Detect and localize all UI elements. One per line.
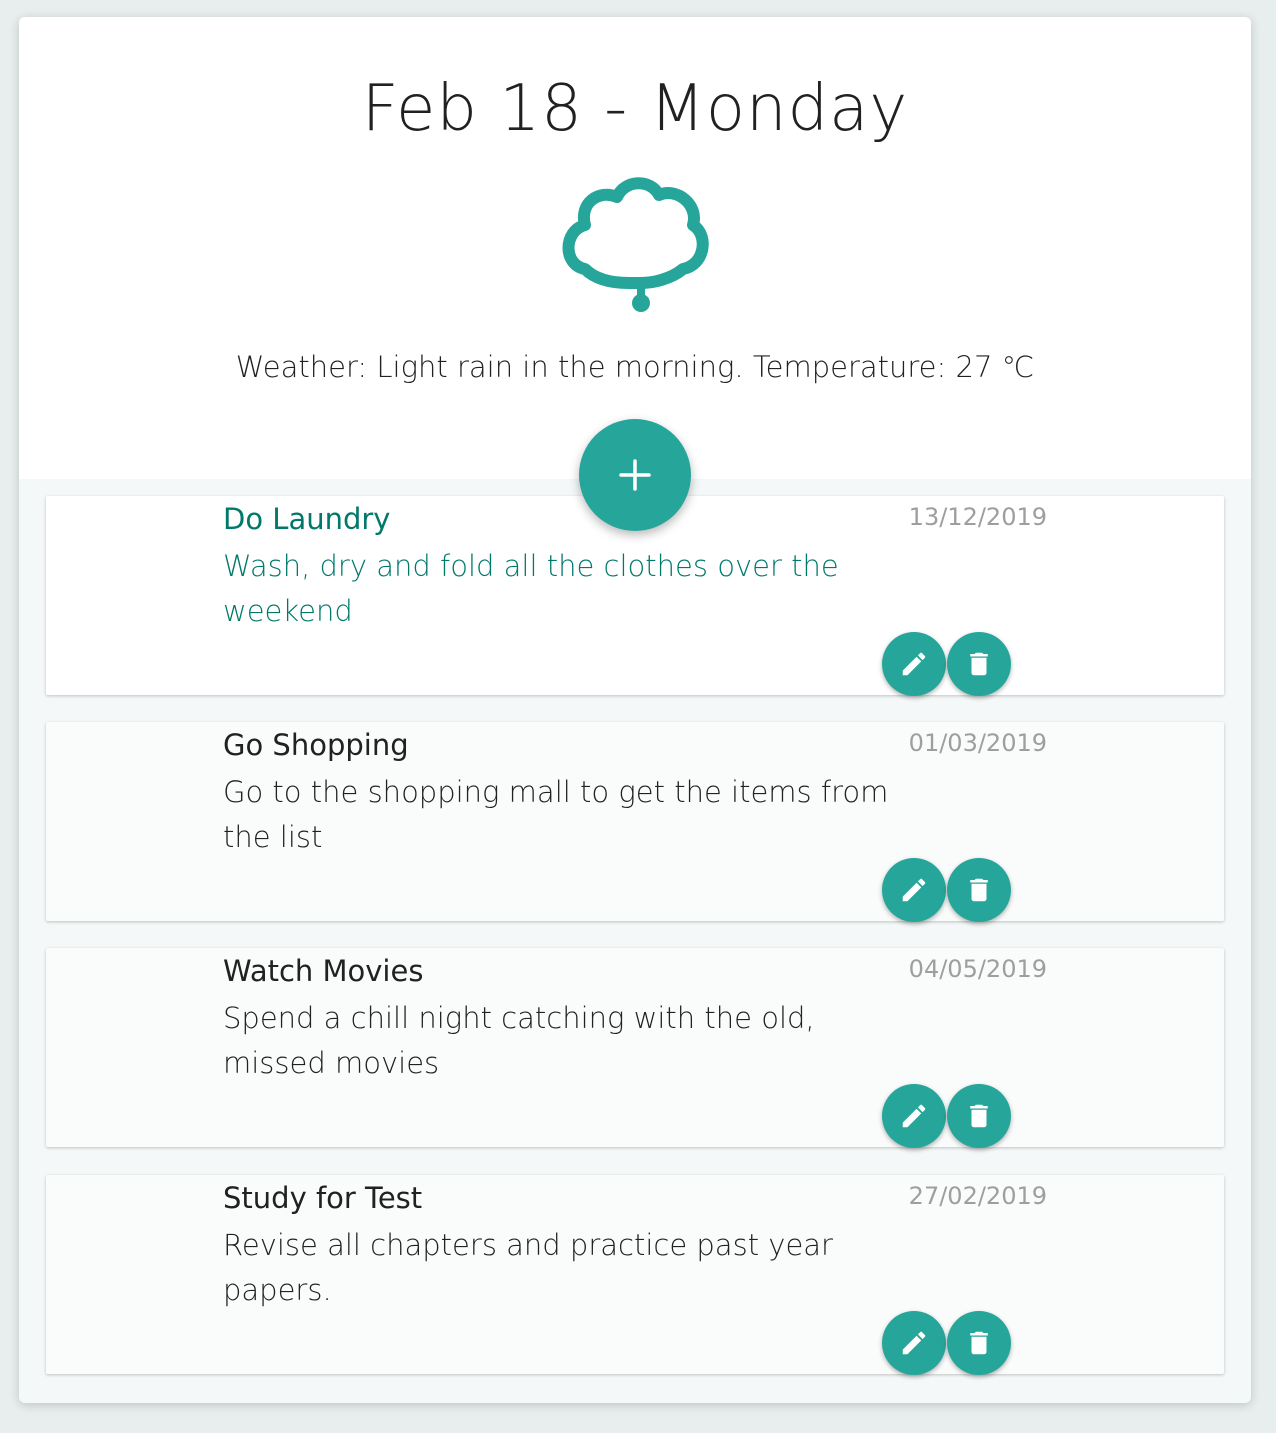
delete-button[interactable] bbox=[947, 1084, 1011, 1148]
task-date: 04/05/2019 bbox=[908, 955, 1047, 983]
add-task-button[interactable] bbox=[579, 419, 691, 531]
header: Feb 18 - Monday Weather: Light rain in t… bbox=[19, 17, 1251, 479]
trash-icon bbox=[970, 1104, 988, 1128]
task-description: Wash, dry and fold all the clothes over … bbox=[223, 549, 839, 628]
trash-icon bbox=[970, 652, 988, 676]
edit-button[interactable] bbox=[882, 632, 946, 696]
edit-button[interactable] bbox=[882, 1084, 946, 1148]
task-description: Spend a chill night catching with the ol… bbox=[223, 1001, 815, 1080]
page-title: Feb 18 - Monday bbox=[361, 72, 909, 146]
pencil-icon bbox=[902, 1104, 926, 1128]
task-date: 01/03/2019 bbox=[908, 729, 1047, 757]
task-title: Do Laundry bbox=[223, 502, 391, 536]
cloud-icon bbox=[562, 177, 709, 312]
edit-button[interactable] bbox=[882, 1311, 946, 1375]
pencil-icon bbox=[902, 878, 926, 902]
weather-description: Weather: Light rain in the morning. Temp… bbox=[235, 350, 1035, 384]
task-title: Go Shopping bbox=[223, 728, 409, 762]
task-date: 27/02/2019 bbox=[908, 1182, 1047, 1210]
pencil-icon bbox=[902, 652, 926, 676]
edit-button[interactable] bbox=[882, 858, 946, 922]
delete-button[interactable] bbox=[947, 632, 1011, 696]
task-card[interactable]: Go Shopping 01/03/2019 Go to the shoppin… bbox=[46, 722, 1224, 922]
delete-button[interactable] bbox=[947, 1311, 1011, 1375]
trash-icon bbox=[970, 1331, 988, 1355]
task-title: Study for Test bbox=[223, 1181, 423, 1215]
plus-icon bbox=[619, 459, 651, 491]
task-card[interactable]: Watch Movies 04/05/2019 Spend a chill ni… bbox=[46, 948, 1224, 1148]
app-card: Feb 18 - Monday Weather: Light rain in t… bbox=[19, 17, 1251, 1403]
delete-button[interactable] bbox=[947, 858, 1011, 922]
task-card[interactable]: Study for Test 27/02/2019 Revise all cha… bbox=[46, 1175, 1224, 1375]
trash-icon bbox=[970, 878, 988, 902]
task-description: Go to the shopping mall to get the items… bbox=[223, 775, 889, 854]
pencil-icon bbox=[902, 1331, 926, 1355]
task-date: 13/12/2019 bbox=[908, 503, 1047, 531]
task-description: Revise all chapters and practice past ye… bbox=[223, 1228, 833, 1307]
task-title: Watch Movies bbox=[223, 954, 424, 988]
